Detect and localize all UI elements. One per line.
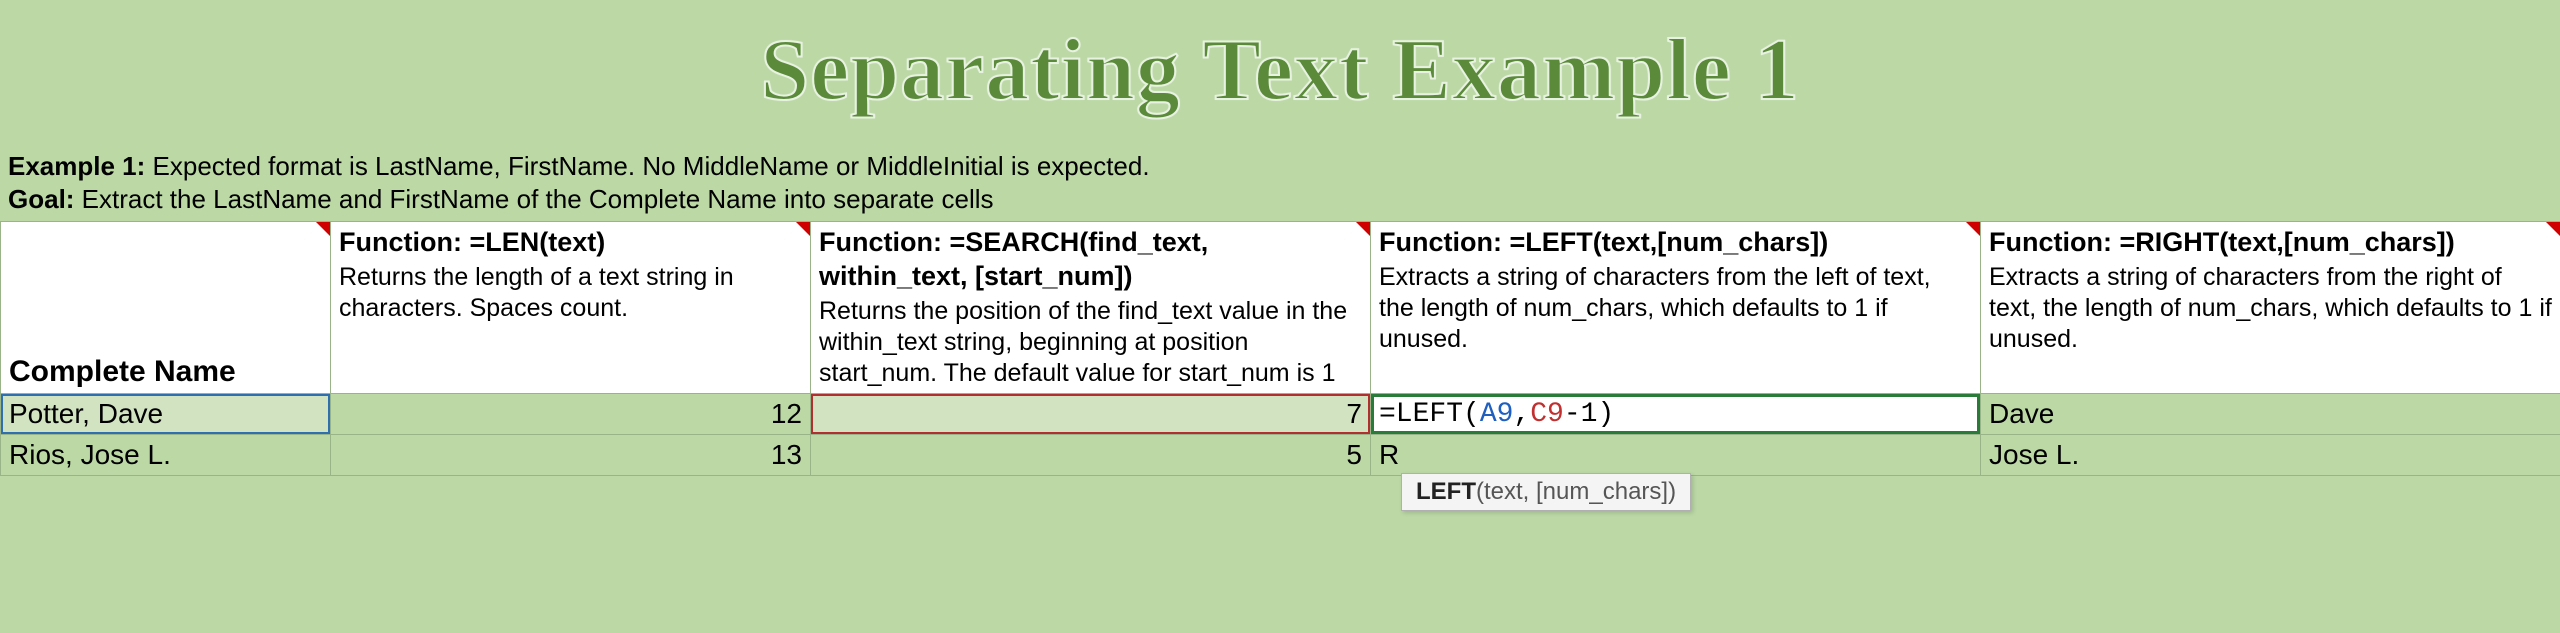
desc-line1-text: Expected format is LastName, FirstName. … (145, 151, 1149, 181)
table-row: Potter, Dave 12 7 =LEFT(A9,C9-1) Dave (1, 394, 2560, 435)
header-label: Complete Name (9, 355, 236, 388)
header-fn: Function: =LEFT(text,[num_chars]) (1379, 226, 1972, 260)
comment-flag-icon[interactable] (2546, 222, 2560, 236)
formula-text: -1) (1564, 399, 1614, 430)
cell-name[interactable]: Potter, Dave (1, 394, 331, 435)
cell-right[interactable]: Jose L. (1981, 435, 2560, 476)
comment-flag-icon[interactable] (1356, 222, 1370, 236)
comment-flag-icon[interactable] (316, 222, 330, 236)
header-fn-desc: Extracts a string of characters from the… (1379, 262, 1972, 356)
example-description: Example 1: Expected format is LastName, … (0, 151, 2560, 215)
tooltip-fn-args: (text, [num_chars]) (1476, 478, 1676, 505)
formula-text: , (1513, 399, 1530, 430)
cell-name[interactable]: Rios, Jose L. (1, 435, 331, 476)
header-right[interactable]: Function: =RIGHT(text,[num_chars]) Extra… (1981, 222, 2560, 394)
desc-line2-label: Goal: (8, 184, 74, 214)
header-fn-desc: Returns the position of the find_text va… (819, 296, 1362, 390)
cell-len[interactable]: 13 (331, 435, 811, 476)
formula-ref-a9: A9 (1480, 399, 1514, 430)
desc-line1-label: Example 1: (8, 151, 145, 181)
cell-len[interactable]: 12 (331, 394, 811, 435)
formula-text: =LEFT( (1379, 399, 1480, 430)
cell-left-formula-editing[interactable]: =LEFT(A9,C9-1) (1371, 394, 1981, 435)
header-len[interactable]: Function: =LEN(text) Returns the length … (331, 222, 811, 394)
header-left[interactable]: Function: =LEFT(text,[num_chars]) Extrac… (1371, 222, 1981, 394)
table-row: Rios, Jose L. 13 5 R LEFT(text, [num_cha… (1, 435, 2560, 476)
tooltip-fn-name: LEFT (1416, 478, 1476, 505)
cell-value: R (1379, 439, 1399, 470)
comment-flag-icon[interactable] (1966, 222, 1980, 236)
cell-left[interactable]: R LEFT(text, [num_chars]) (1371, 435, 1981, 476)
header-search[interactable]: Function: =SEARCH(find_text, within_text… (811, 222, 1371, 394)
cell-right[interactable]: Dave (1981, 394, 2560, 435)
desc-line2-text: Extract the LastName and FirstName of th… (74, 184, 993, 214)
header-complete-name[interactable]: Complete Name (1, 222, 331, 394)
page-title: Separating Text Example 1 (0, 20, 2560, 121)
header-fn: Function: =LEN(text) (339, 226, 802, 260)
header-fn-desc: Returns the length of a text string in c… (339, 262, 802, 325)
comment-flag-icon[interactable] (796, 222, 810, 236)
spreadsheet-grid[interactable]: Complete Name Function: =LEN(text) Retur… (0, 221, 2560, 476)
cell-search[interactable]: 5 (811, 435, 1371, 476)
cell-search[interactable]: 7 (811, 394, 1371, 435)
function-tooltip[interactable]: LEFT(text, [num_chars]) (1401, 473, 1691, 511)
header-fn-desc: Extracts a string of characters from the… (1989, 262, 2552, 356)
header-fn: Function: =SEARCH(find_text, within_text… (819, 226, 1362, 294)
formula-ref-c9: C9 (1530, 399, 1564, 430)
header-row: Complete Name Function: =LEN(text) Retur… (1, 222, 2560, 394)
header-fn: Function: =RIGHT(text,[num_chars]) (1989, 226, 2552, 260)
